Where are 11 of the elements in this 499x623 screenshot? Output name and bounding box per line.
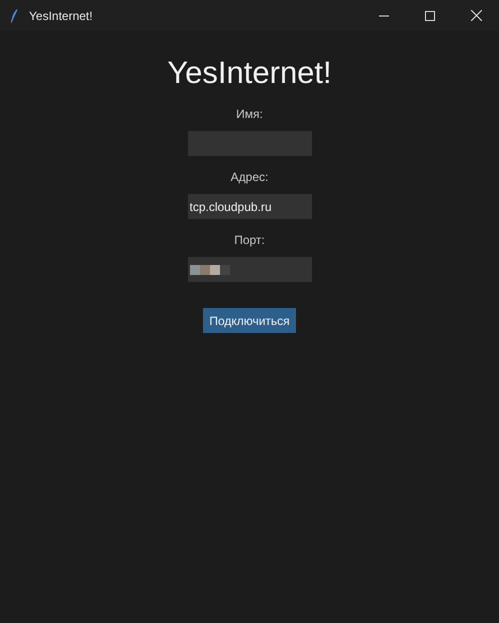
field-label: Адрес:	[230, 169, 268, 186]
input-field[interactable]: tcp.cloudpub.ru	[188, 194, 312, 219]
close-icon	[470, 10, 482, 21]
window-title: YesInternet!	[29, 8, 93, 24]
maximize-icon	[425, 10, 435, 20]
redacted-value-drawing	[190, 265, 230, 275]
app-heading: YesInternet!	[167, 54, 332, 92]
connect-button[interactable]: Подключиться	[203, 308, 296, 333]
feather-icon	[11, 8, 18, 22]
field-label: Имя:	[236, 106, 263, 123]
field-label: Порт:	[234, 232, 265, 249]
